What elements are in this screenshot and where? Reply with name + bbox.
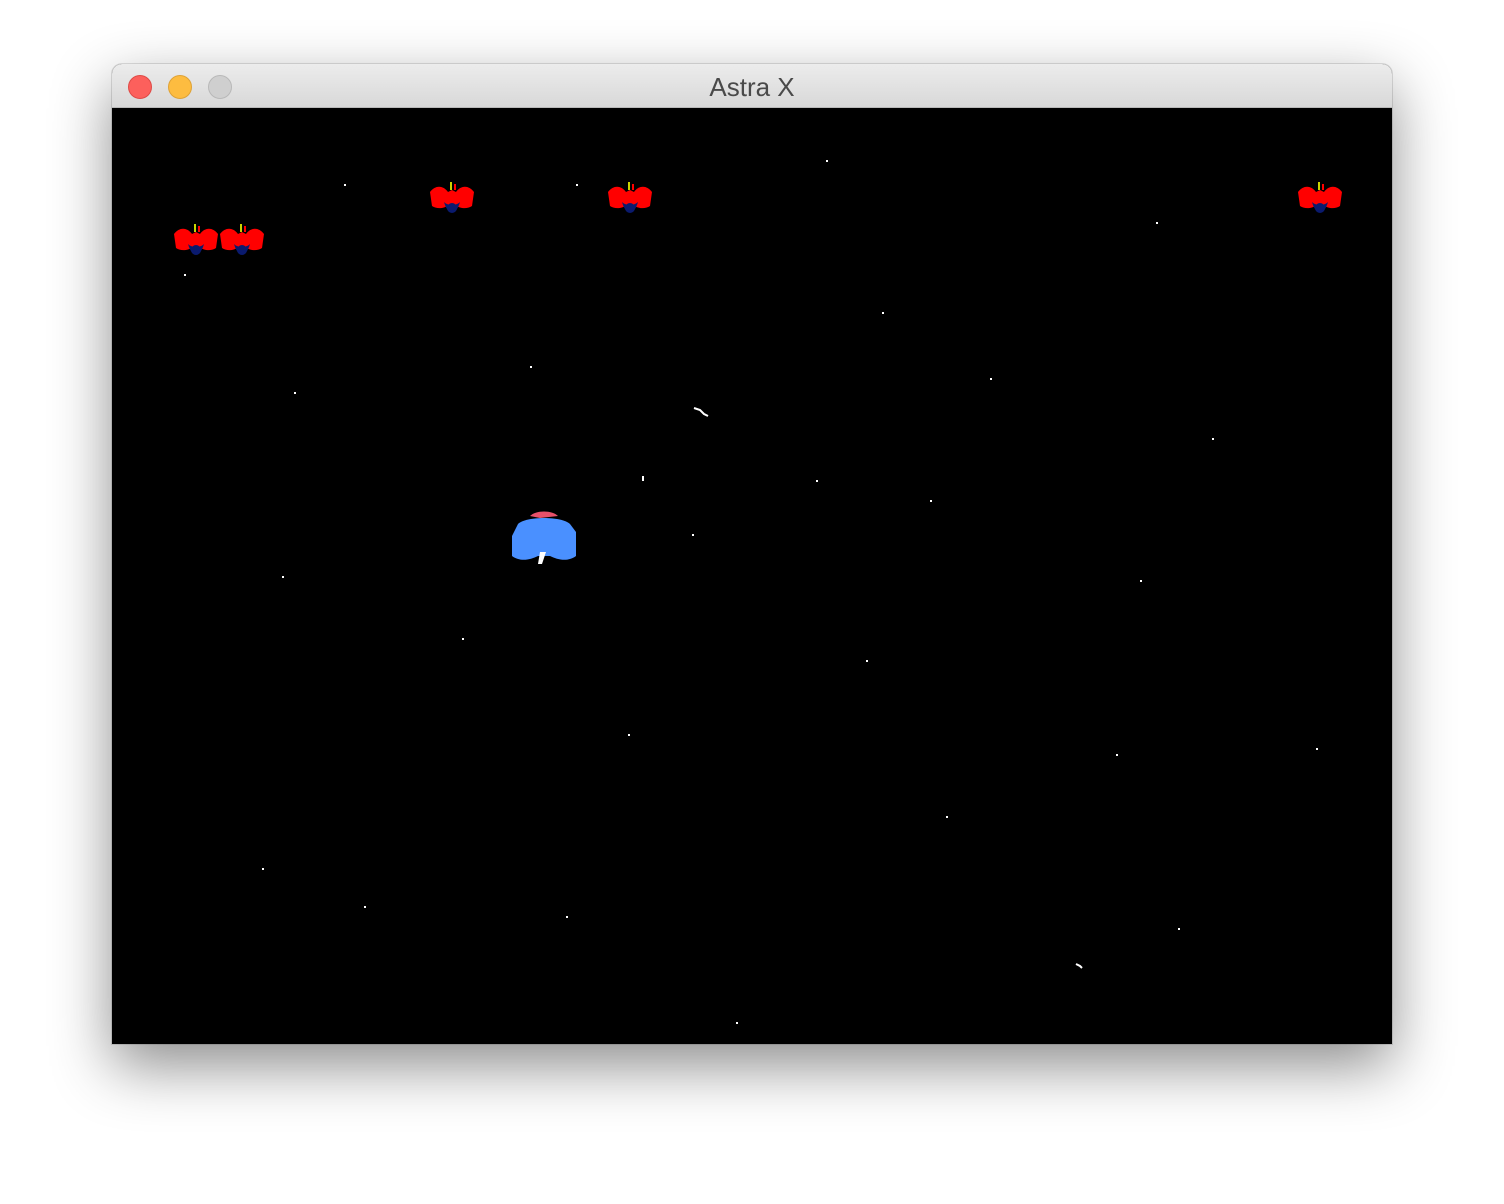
enemy-ship-icon — [220, 224, 264, 255]
star-icon — [642, 476, 644, 481]
star-icon — [462, 638, 464, 640]
playfield — [174, 160, 1342, 1024]
star-icon — [262, 868, 264, 870]
star-icon — [566, 916, 568, 918]
star-icon — [816, 480, 818, 482]
star-icon — [1178, 928, 1180, 930]
projectile-icon — [1075, 963, 1083, 969]
game-canvas[interactable] — [112, 108, 1392, 1044]
player-ship-icon[interactable] — [512, 511, 576, 565]
title-bar[interactable]: Astra X — [112, 64, 1392, 108]
star-icon — [184, 274, 186, 276]
star-icon — [1116, 754, 1118, 756]
star-icon — [990, 378, 992, 380]
projectiles — [693, 407, 1083, 969]
enemy-formation — [174, 182, 1342, 255]
star-icon — [882, 312, 884, 314]
enemy-ship-icon — [608, 182, 652, 213]
star-icon — [364, 906, 366, 908]
star-icon — [1212, 438, 1214, 440]
star-icon — [344, 184, 346, 186]
star-icon — [294, 392, 296, 394]
star-icon — [282, 576, 284, 578]
game-window: Astra X — [112, 64, 1392, 1044]
star-icon — [530, 366, 532, 368]
star-icon — [628, 734, 630, 736]
star-icon — [930, 500, 932, 502]
projectile-icon — [693, 407, 709, 417]
star-icon — [1316, 748, 1318, 750]
star-icon — [1140, 580, 1142, 582]
starfield — [184, 160, 1318, 1024]
enemy-ship-icon — [1298, 182, 1342, 213]
window-title: Astra X — [709, 72, 795, 102]
star-icon — [692, 534, 694, 536]
star-icon — [736, 1022, 738, 1024]
enemy-ship-icon — [174, 224, 218, 255]
star-icon — [576, 184, 578, 186]
star-icon — [1156, 222, 1158, 224]
star-icon — [826, 160, 828, 162]
star-icon — [866, 660, 868, 662]
star-icon — [946, 816, 948, 818]
enemy-ship-icon — [430, 182, 474, 213]
